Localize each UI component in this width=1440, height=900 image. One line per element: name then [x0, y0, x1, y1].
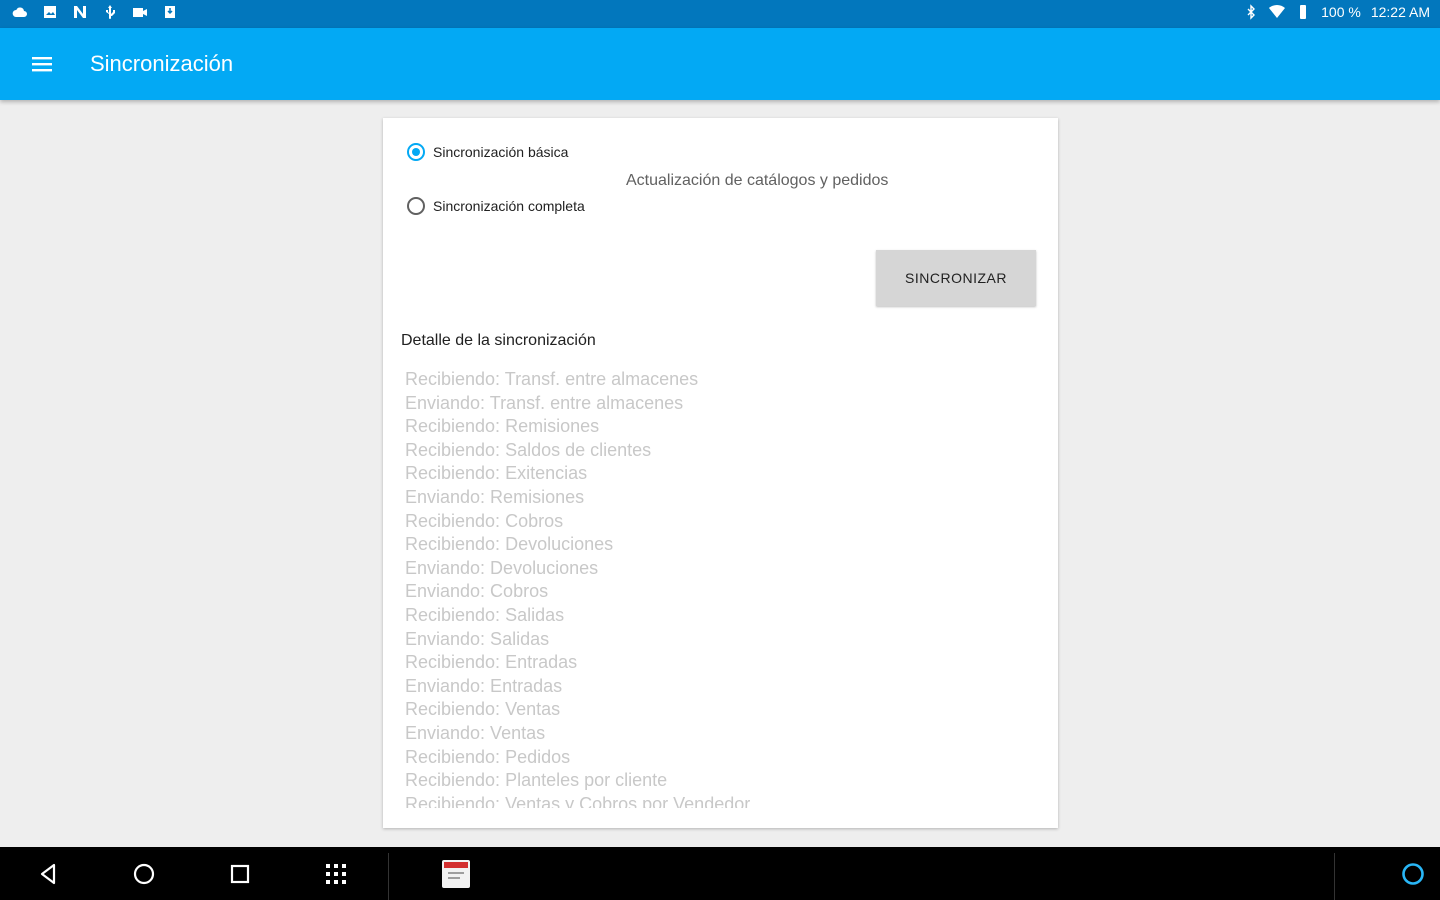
log-entry: Enviando: Devoluciones	[405, 557, 599, 578]
log-entry: Recibiendo: Transf. entre almacenes	[405, 369, 699, 389]
status-bar-system: 100 % 12:22 AM	[1243, 4, 1430, 20]
radio-basic-label: Sincronización básica	[433, 144, 569, 160]
log-entry: Recibiendo: Saldos de clientes	[405, 439, 652, 460]
log-entry: Recibiendo: Exitencias	[405, 463, 588, 484]
detail-title: Detalle de la sincronización	[401, 332, 596, 349]
home-icon[interactable]	[131, 861, 157, 887]
page-title: Sincronización	[90, 51, 234, 76]
log-entry: Recibiendo: Cobros	[405, 510, 564, 531]
radio-basic-sync[interactable]: Sincronización básica	[407, 143, 568, 161]
navigation-bar	[0, 847, 1440, 900]
sync-log[interactable]: Recibiendo: Transf. entre almacenes Envia…	[405, 368, 1025, 808]
alexa-icon[interactable]	[1400, 861, 1426, 887]
status-bar: 100 % 12:22 AM	[0, 0, 1440, 28]
log-entry: Recibiendo: Devoluciones	[405, 534, 614, 555]
radio-full-sync[interactable]: Sincronización completa	[407, 197, 585, 215]
nav-divider	[1334, 853, 1335, 900]
app-grid-icon[interactable]	[323, 861, 349, 887]
sync-card: Sincronización básica Sincronización com…	[383, 118, 1058, 828]
video-icon	[133, 8, 147, 17]
app-bar: Sincronización	[0, 28, 1440, 100]
download-icon	[165, 6, 175, 18]
usb-icon	[106, 5, 115, 19]
log-entry: Enviando: Entradas	[405, 675, 563, 696]
sync-description: Actualización de catálogos y pedidos	[626, 172, 889, 189]
log-entry: Recibiendo: Ventas y Cobros por Vendedor	[405, 793, 751, 808]
radio-full-label: Sincronización completa	[433, 198, 585, 214]
log-entry: Recibiendo: Planteles por cliente	[405, 770, 668, 791]
log-entry: Recibiendo: Entradas	[405, 652, 578, 673]
log-entry: Recibiendo: Pedidos	[405, 746, 571, 767]
image-icon	[44, 6, 56, 18]
sync-button[interactable]: SINCRONIZAR	[876, 250, 1036, 306]
back-icon[interactable]	[36, 861, 62, 887]
clock: 12:22 AM	[1370, 4, 1430, 20]
pinned-app-icon[interactable]	[442, 860, 470, 888]
wifi-icon	[1269, 4, 1286, 19]
calendar-icon	[444, 862, 468, 886]
menu-icon[interactable]	[24, 46, 60, 82]
cloud-icon	[12, 7, 27, 17]
log-entry: Enviando: Ventas	[405, 722, 546, 743]
log-entry: Enviando: Salidas	[405, 628, 550, 649]
n-icon	[74, 6, 86, 18]
recents-icon[interactable]	[227, 861, 253, 887]
log-entry: Recibiendo: Remisiones	[405, 416, 600, 437]
log-entry: Enviando: Transf. entre almacenes	[405, 392, 684, 413]
radio-unchecked-icon[interactable]	[407, 197, 425, 215]
nav-divider	[388, 853, 389, 900]
log-entry: Enviando: Remisiones	[405, 486, 585, 507]
log-entry: Recibiendo: Ventas	[405, 699, 561, 720]
battery-icon	[1300, 5, 1307, 19]
radio-checked-icon[interactable]	[407, 143, 425, 161]
bluetooth-icon	[1247, 4, 1256, 20]
log-entry: Recibiendo: Salidas	[405, 604, 565, 625]
battery-percent: 100 %	[1321, 4, 1361, 20]
status-bar-notifications	[12, 4, 178, 20]
log-entry: Enviando: Cobros	[405, 581, 549, 602]
